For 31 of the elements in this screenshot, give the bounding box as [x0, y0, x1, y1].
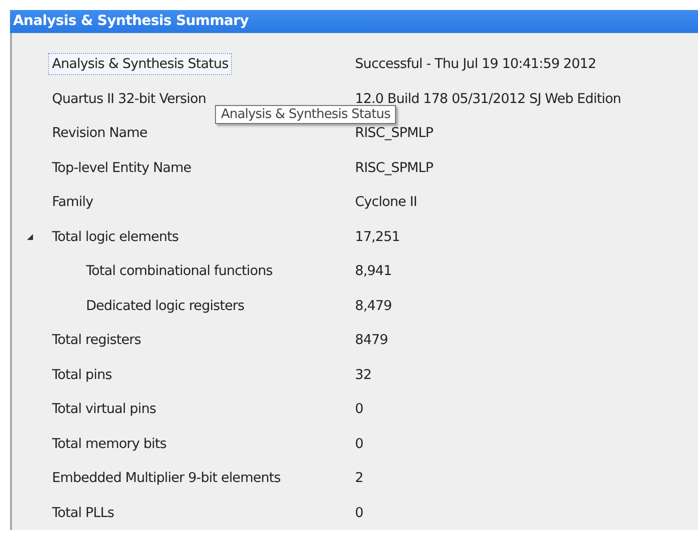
row-value: 8,941	[355, 263, 392, 280]
row-label[interactable]: Total registers	[48, 329, 145, 352]
row-label[interactable]: Dedicated logic registers	[82, 294, 248, 317]
row-value: 2	[355, 470, 364, 486]
row-value: 12.0 Build 178 05/31/2012 SJ Web Edition	[355, 90, 621, 107]
row-value: 0	[355, 436, 364, 452]
row-value: 8,479	[355, 298, 392, 314]
row-label[interactable]: Total virtual pins	[48, 398, 160, 420]
row-label[interactable]: Embedded Multiplier 9-bit elements	[48, 467, 285, 490]
row-value: RISC_SPMLP	[355, 125, 434, 142]
row-value: RISC_SPMLP	[355, 160, 434, 176]
row-value: Successful - Thu Jul 19 10:41:59 2012	[355, 56, 596, 72]
row-label[interactable]: Total logic elements	[48, 226, 183, 248]
row-label[interactable]: Total pins	[48, 364, 116, 386]
row-label[interactable]: Quartus II 32-bit Version	[48, 88, 210, 110]
row-label[interactable]: Total combinational functions	[82, 260, 277, 282]
row-value: 0	[355, 504, 364, 521]
row-label[interactable]: Revision Name	[48, 122, 152, 144]
row-value: 32	[355, 366, 372, 383]
tooltip: Analysis & Synthesis Status	[215, 105, 396, 124]
row-label[interactable]: Total memory bits	[48, 432, 170, 455]
row-value: 8479	[355, 332, 388, 348]
panel-header: Analysis & Synthesis Summary	[10, 10, 698, 33]
row-value: 0	[355, 401, 364, 418]
row-value: 17,251	[355, 228, 400, 245]
row-label[interactable]: Family	[48, 191, 98, 214]
row-value: Cyclone II	[355, 194, 417, 210]
expanded-triangle-icon[interactable]	[26, 232, 34, 241]
row-label[interactable]: Total PLLs	[48, 502, 118, 524]
row-label[interactable]: Top-level Entity Name	[48, 156, 196, 179]
row-label[interactable]: Analysis & Synthesis Status	[48, 53, 232, 76]
